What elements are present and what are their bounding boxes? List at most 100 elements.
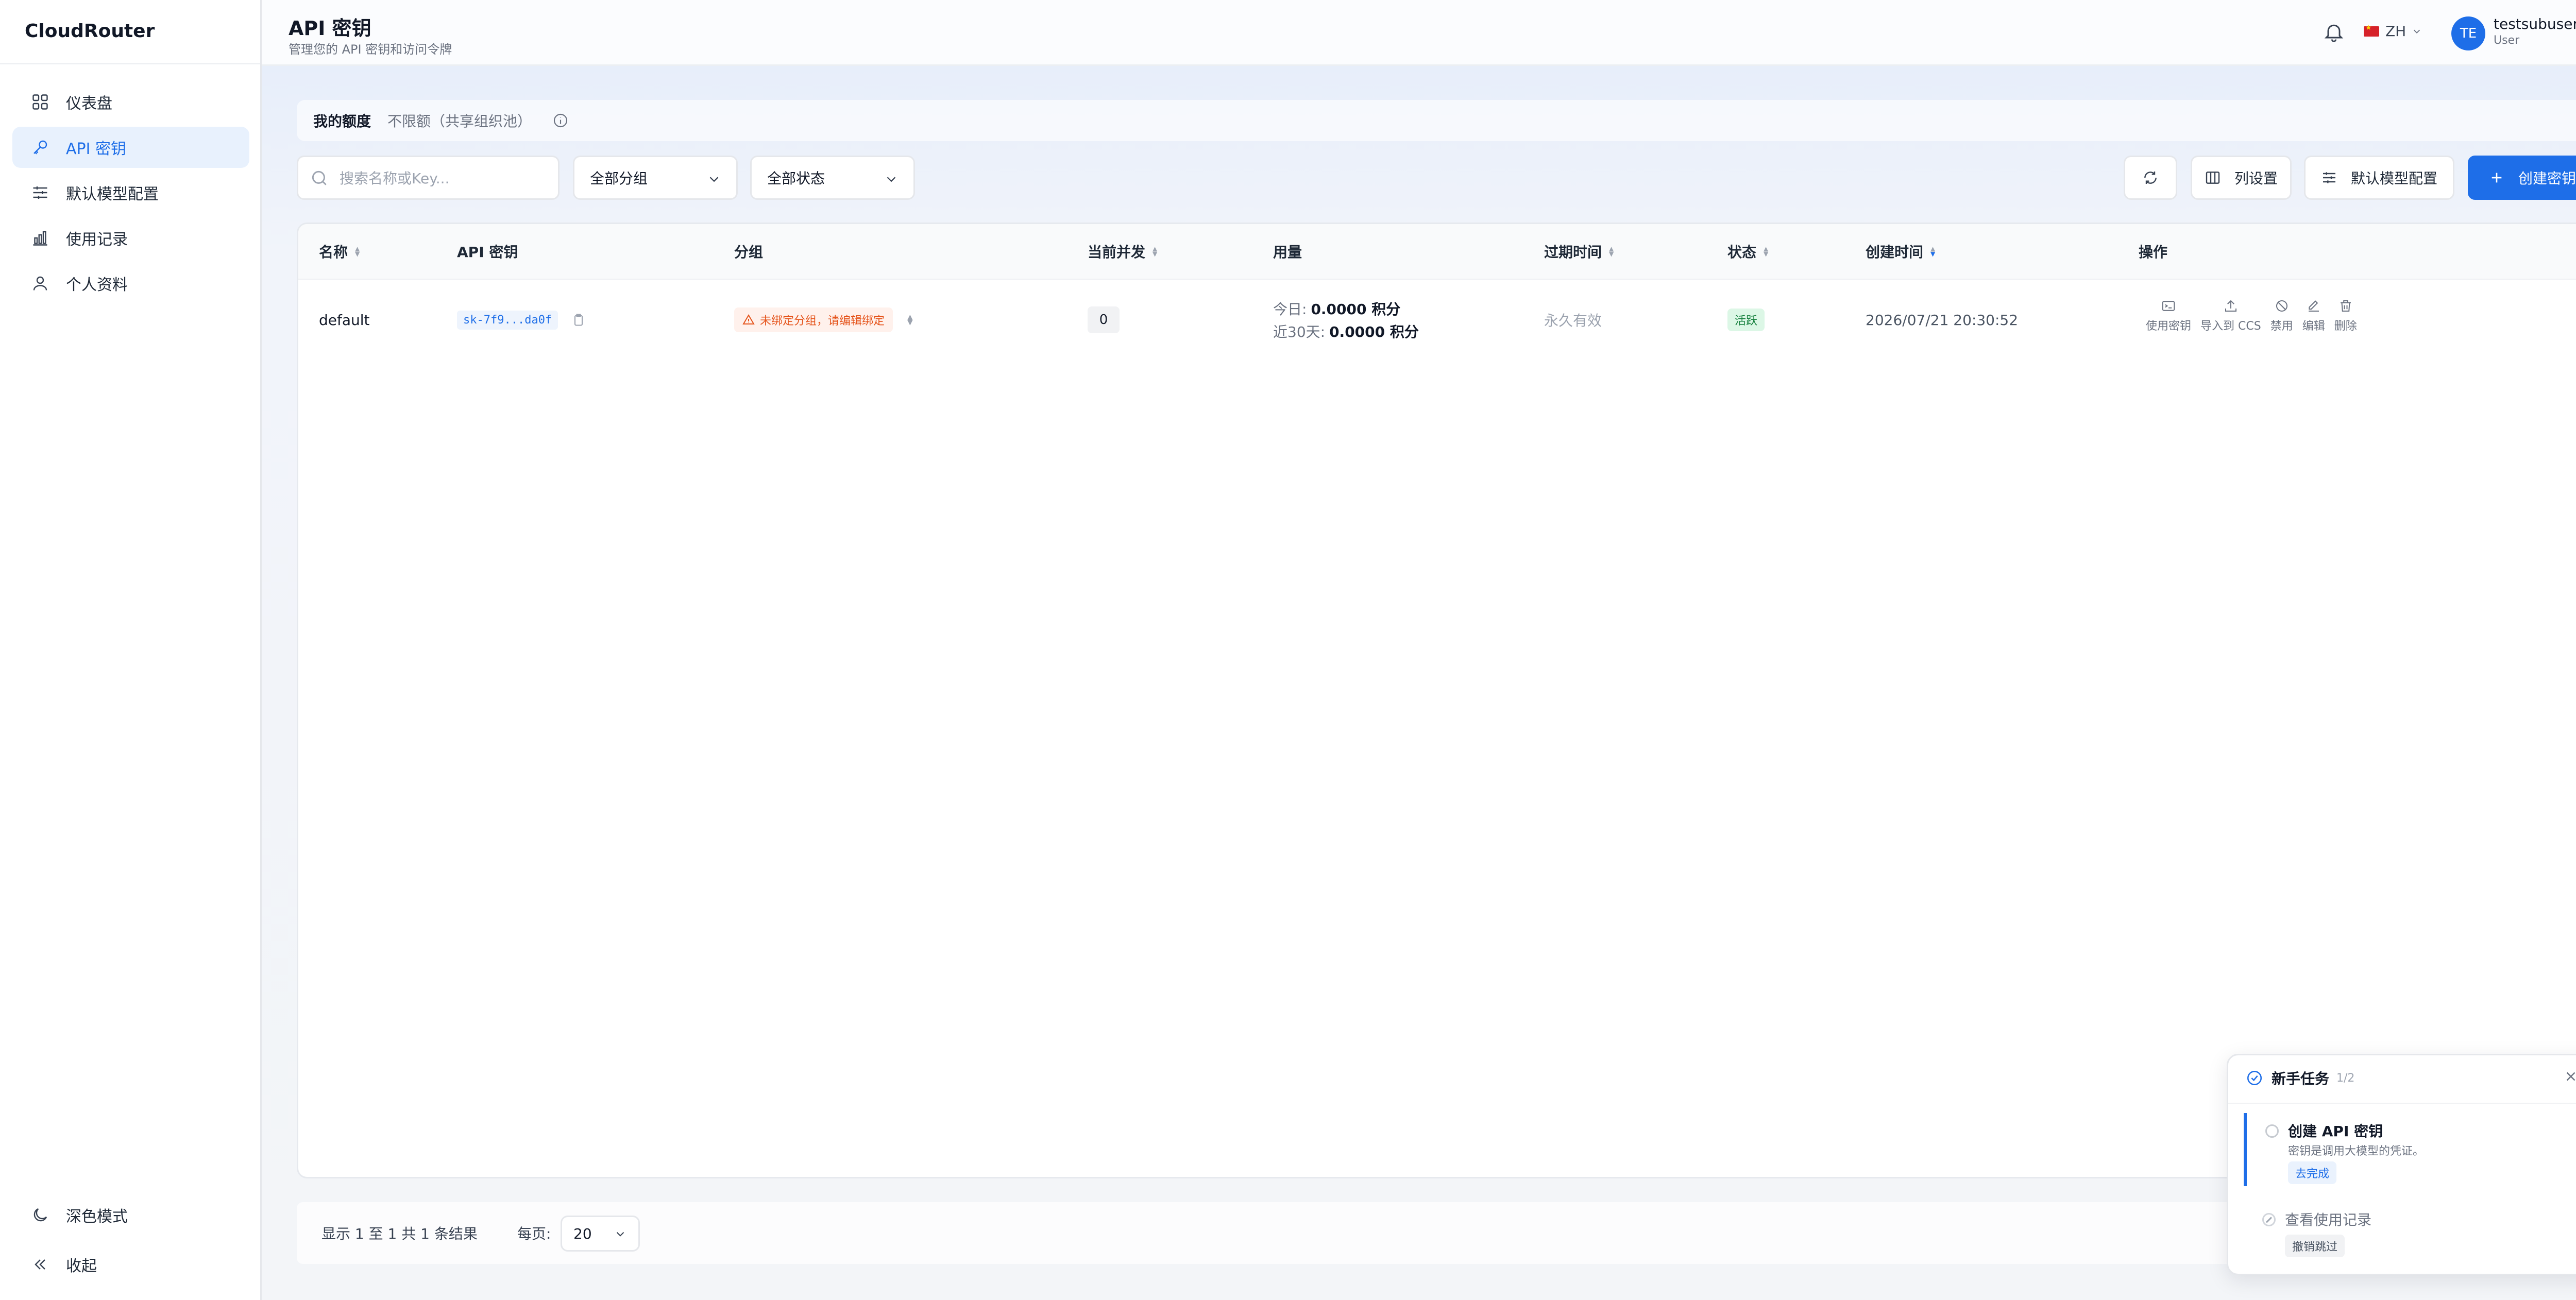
task-undo-skip-button[interactable]: 撤销跳过	[2285, 1235, 2345, 1257]
user-name[interactable]: testsubuser	[2494, 15, 2576, 32]
quota-value: 不限额（共享组织池）	[387, 113, 532, 130]
sidebar-item-dashboard[interactable]: 仪表盘	[12, 81, 249, 123]
check-circle-icon	[2247, 1070, 2262, 1086]
sort-icon: ▲ ▼	[1153, 245, 1158, 258]
collapse-sidebar-button[interactable]: 收起	[12, 1242, 249, 1287]
edit-button[interactable]: 编辑	[2302, 298, 2325, 333]
default-model-config-label: 默认模型配置	[2350, 170, 2437, 187]
api-key-value: sk-7f9...da0f	[457, 310, 558, 330]
status-filter-select[interactable]: 全部状态	[750, 156, 915, 200]
columns-icon	[2206, 172, 2220, 184]
action-label: 删除	[2334, 320, 2357, 333]
group-warning-text: 未绑定分组，请编辑绑定	[760, 315, 885, 328]
group-cell: 未绑定分组，请编辑绑定 ▲ ▼	[734, 306, 913, 333]
column-header-status[interactable]: 状态 ▲ ▼	[1727, 224, 1768, 279]
copy-icon[interactable]	[571, 313, 586, 327]
refresh-button[interactable]	[2124, 156, 2177, 200]
page-size-select[interactable]: 20	[561, 1216, 640, 1252]
column-header-label: 当前并发	[1088, 244, 1146, 261]
key-icon	[30, 137, 50, 158]
task-desc: 密钥是调用大模型的凭证。	[2288, 1145, 2425, 1158]
created-value: 2026/07/21 20:30:52	[1866, 311, 2019, 329]
chevron-down-icon	[616, 1232, 624, 1237]
key-cell: sk-7f9...da0f	[457, 307, 586, 332]
sort-icon: ▲ ▼	[355, 245, 360, 258]
expires-value: 永久有效	[1544, 312, 1602, 329]
sliders-icon	[2323, 172, 2335, 183]
api-keys-table: 名称 ▲▼ API 密钥 分组 当前并发 ▲▼ 用量 过期时间 ▲▼ 状态	[297, 223, 2576, 1178]
per-page-label: 每页:	[517, 1225, 551, 1242]
status-cell: 活跃	[1727, 309, 1765, 331]
use-key-button[interactable]: 使用密钥	[2146, 298, 2191, 333]
divider	[2228, 1103, 2576, 1104]
notification-bell-icon[interactable]	[2323, 21, 2345, 43]
china-flag-icon	[2364, 24, 2379, 37]
sidebar-item-api-keys[interactable]: API 密钥	[12, 127, 249, 168]
user-icon	[30, 273, 50, 294]
delete-button[interactable]: 删除	[2334, 298, 2357, 333]
usage-today-value: 0.0000 积分	[1311, 301, 1401, 318]
search-input[interactable]	[338, 163, 547, 193]
search-icon	[312, 170, 327, 185]
toolbar: 全部分组 全部状态 列设置 默认模型配置 创建密钥	[297, 156, 2576, 200]
dark-mode-toggle[interactable]: 深色模式	[12, 1193, 249, 1237]
sort-icon: ▲ ▼	[1609, 245, 1614, 258]
info-icon[interactable]	[552, 112, 569, 129]
quota-bar: 我的额度 不限额（共享组织池）	[297, 100, 2576, 141]
group-warning-badge[interactable]: 未绑定分组，请编辑绑定	[734, 307, 893, 332]
column-header-concurrency[interactable]: 当前并发 ▲ ▼	[1088, 224, 1157, 279]
task-status-icon	[2265, 1124, 2279, 1138]
create-key-button[interactable]: 创建密钥	[2468, 156, 2576, 200]
group-filter-value: 全部分组	[590, 170, 648, 187]
dark-mode-label: 深色模式	[66, 1208, 128, 1226]
onboarding-panel: 新手任务 1/2 创建 API 密钥 密钥是调用大模型的凭证。 去完成 查看使用…	[2227, 1054, 2576, 1275]
row-actions: 使用密钥 导入到 CCS 禁用 编辑 删除	[2146, 298, 2366, 333]
usage-30d-label: 近30天:	[1273, 323, 1326, 340]
plus-icon	[2492, 173, 2502, 183]
group-filter-select[interactable]: 全部分组	[573, 156, 738, 200]
sidebar-item-label: 仪表盘	[66, 95, 112, 113]
onboarding-title: 新手任务	[2272, 1070, 2330, 1087]
column-header-label: 分组	[734, 244, 764, 261]
avatar[interactable]: TE	[2451, 16, 2485, 50]
column-header-label: 创建时间	[1866, 244, 1924, 261]
group-select-icon[interactable]: ▲ ▼	[907, 314, 913, 326]
language-switcher[interactable]: ZH	[2364, 23, 2422, 40]
moon-icon	[30, 1205, 50, 1225]
brand-logo[interactable]: CloudRouter	[25, 21, 155, 42]
refresh-icon	[2144, 172, 2157, 184]
collapse-icon	[30, 1254, 50, 1275]
status-badge: 活跃	[1727, 309, 1765, 331]
status-filter-value: 全部状态	[767, 170, 825, 187]
disable-button[interactable]: 禁用	[2270, 298, 2293, 333]
usage-30d-value: 0.0000 积分	[1329, 323, 1419, 340]
close-icon[interactable]	[2563, 1069, 2576, 1084]
quota-label: 我的额度	[313, 113, 371, 130]
onboarding-task-usage: 查看使用记录 撤销跳过	[2244, 1202, 2576, 1269]
top-header: API 密钥 管理您的 API 密钥和访问令牌 ZH TE testsubuse…	[262, 0, 2576, 66]
import-ccs-button[interactable]: 导入到 CCS	[2200, 298, 2261, 333]
dashboard-icon	[30, 92, 50, 112]
column-header-name[interactable]: 名称 ▲ ▼	[319, 224, 360, 279]
task-go-button[interactable]: 去完成	[2288, 1161, 2337, 1184]
column-settings-button[interactable]: 列设置	[2191, 156, 2292, 200]
column-header-expires[interactable]: 过期时间 ▲ ▼	[1544, 224, 1614, 279]
onboarding-header: 新手任务 1/2	[2246, 1068, 2354, 1088]
edit-icon	[2308, 300, 2319, 312]
ban-icon	[2276, 300, 2287, 312]
sidebar-bottom: 深色模式 收起	[12, 1193, 249, 1292]
usage-cell: 今日: 0.0000 积分 近30天: 0.0000 积分	[1273, 297, 1419, 343]
user-role: User	[2494, 34, 2520, 47]
language-label: ZH	[2385, 23, 2406, 40]
default-model-config-button[interactable]: 默认模型配置	[2304, 156, 2454, 200]
table-header: 名称 ▲▼ API 密钥 分组 当前并发 ▲▼ 用量 过期时间 ▲▼ 状态	[298, 224, 2576, 280]
column-settings-label: 列设置	[2234, 170, 2278, 187]
sort-icon: ▲ ▼	[1764, 245, 1769, 258]
sidebar-item-usage[interactable]: 使用记录	[12, 217, 249, 259]
sidebar-item-default-model[interactable]: 默认模型配置	[12, 172, 249, 213]
column-header-label: 操作	[2139, 244, 2168, 261]
column-header-created[interactable]: 创建时间 ▲ ▼	[1866, 224, 1935, 279]
task-skipped-icon	[2262, 1213, 2276, 1226]
action-label: 编辑	[2302, 320, 2325, 333]
sidebar-item-profile[interactable]: 个人资料	[12, 263, 249, 304]
